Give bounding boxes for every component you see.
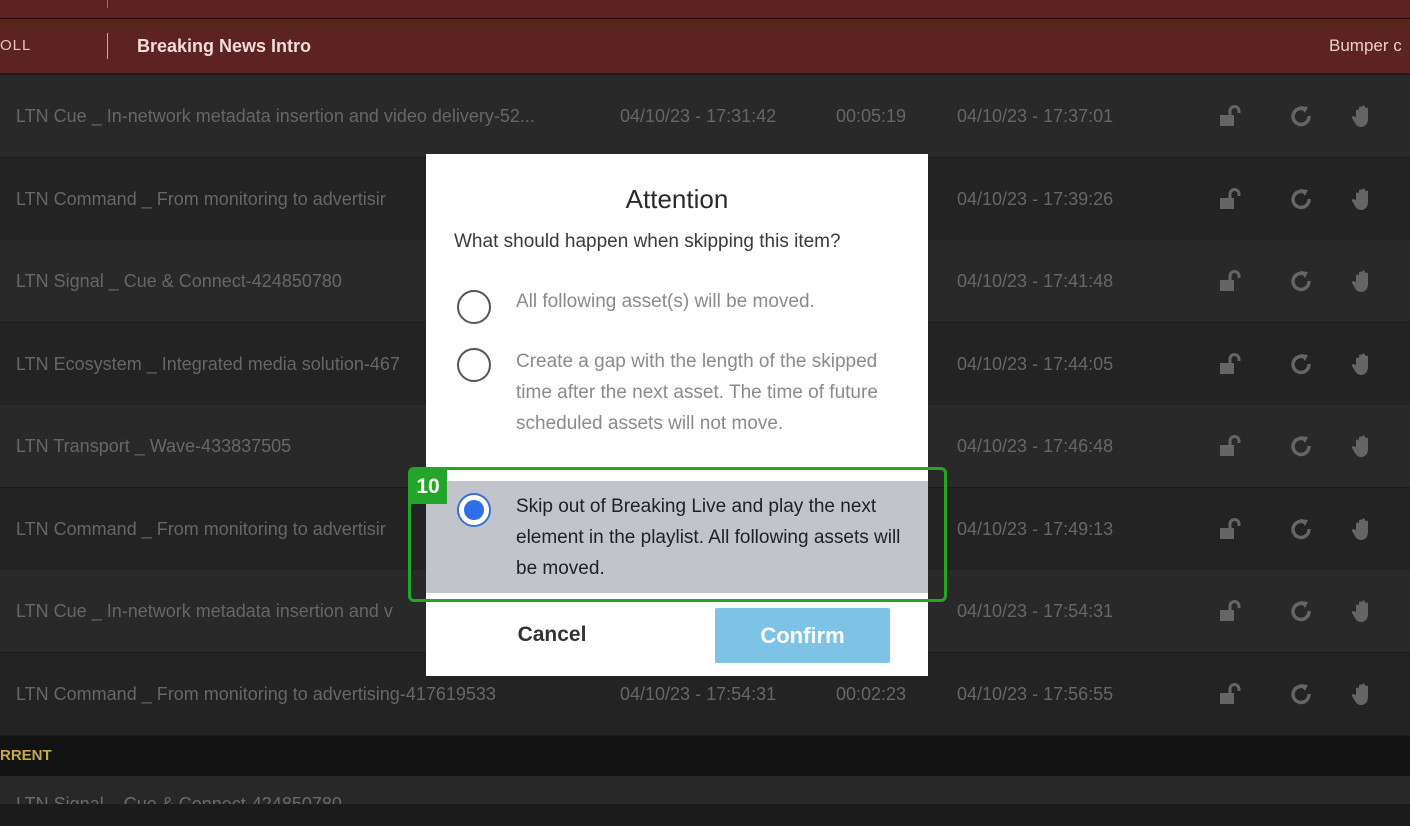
top-strip [0, 0, 1410, 19]
confirm-button[interactable]: Confirm [715, 608, 890, 663]
asset-name: LTN Command _ From monitoring to adverti… [16, 683, 496, 704]
reload-icon[interactable] [1289, 599, 1313, 623]
bottom-strip [0, 804, 1410, 826]
current-section-label: RRENT [0, 747, 52, 764]
hand-icon[interactable] [1350, 104, 1374, 128]
radio-button[interactable] [457, 348, 491, 382]
asset-name: LTN Command _ From monitoring to adverti… [16, 188, 386, 209]
asset-name: LTN Signal _ Cue & Connect-424850780 [16, 271, 342, 291]
current-section-header: RRENT [0, 736, 1410, 776]
reload-icon[interactable] [1289, 517, 1313, 541]
end-time: 04/10/23 - 17:39:26 [957, 188, 1114, 209]
reload-icon[interactable] [1289, 269, 1313, 293]
asset-name: LTN Ecosystem _ Integrated media solutio… [16, 353, 400, 374]
asset-name: LTN Cue _ In-network metadata insertion … [16, 106, 535, 126]
asset-name: LTN Cue _ In-network metadata insertion … [16, 601, 393, 621]
unlock-icon[interactable] [1218, 187, 1242, 211]
hand-icon[interactable] [1350, 517, 1374, 541]
unlock-icon[interactable] [1218, 104, 1242, 128]
asset-name: LTN Signal _ Cue & Connect-424850780 [16, 794, 342, 804]
unlock-icon[interactable] [1218, 269, 1242, 293]
hand-icon[interactable] [1350, 187, 1374, 211]
unlock-icon[interactable] [1218, 599, 1242, 623]
unlock-icon[interactable] [1218, 352, 1242, 376]
cancel-button[interactable]: Cancel [462, 608, 642, 662]
header-divider [107, 33, 108, 59]
end-time: 04/10/23 - 17:54:31 [957, 601, 1114, 621]
end-time: 04/10/23 - 17:56:55 [957, 683, 1114, 704]
next-group-label: Bumper c [1329, 36, 1402, 55]
reload-icon[interactable] [1289, 352, 1313, 376]
unlock-icon[interactable] [1218, 434, 1242, 458]
end-time: 04/10/23 - 17:37:01 [957, 106, 1114, 126]
start-time: 04/10/23 - 17:31:42 [620, 106, 777, 126]
table-row-current[interactable]: LTN Signal _ Cue & Connect-424850780 [0, 776, 1410, 804]
highlight-tag: 10 [409, 470, 447, 504]
reload-icon[interactable] [1289, 434, 1313, 458]
playlist-group-header[interactable]: OLL Breaking News Intro Bumper c [0, 19, 1410, 74]
dialog-title: Attention [625, 184, 729, 214]
table-row[interactable]: LTN Cue _ In-network metadata insertion … [0, 75, 1410, 157]
duration: 00:05:19 [836, 106, 907, 126]
hand-icon[interactable] [1350, 352, 1374, 376]
option-label: Create a gap with the length of the skip… [516, 351, 878, 434]
highlight-box [408, 467, 947, 602]
hand-icon[interactable] [1350, 599, 1374, 623]
end-time: 04/10/23 - 17:49:13 [957, 518, 1114, 539]
top-strip-divider [107, 0, 108, 8]
radio-button[interactable] [457, 290, 491, 324]
dialog-question: What should happen when skipping this it… [454, 231, 841, 252]
asset-name: LTN Transport _ Wave-433837505 [16, 436, 292, 456]
hand-icon[interactable] [1350, 434, 1374, 458]
end-time: 04/10/23 - 17:41:48 [957, 271, 1114, 291]
hand-icon[interactable] [1350, 682, 1374, 706]
unlock-icon[interactable] [1218, 682, 1242, 706]
group-title: Breaking News Intro [137, 36, 312, 56]
asset-name: LTN Command _ From monitoring to adverti… [16, 518, 386, 539]
end-time: 04/10/23 - 17:44:05 [957, 353, 1114, 374]
reload-icon[interactable] [1289, 682, 1313, 706]
reload-icon[interactable] [1289, 104, 1313, 128]
unlock-icon[interactable] [1218, 517, 1242, 541]
end-time: 04/10/23 - 17:46:48 [957, 436, 1114, 456]
reload-icon[interactable] [1289, 187, 1313, 211]
hand-icon[interactable] [1350, 269, 1374, 293]
option-label: All following asset(s) will be moved. [516, 291, 815, 312]
section-label: OLL [0, 37, 32, 54]
